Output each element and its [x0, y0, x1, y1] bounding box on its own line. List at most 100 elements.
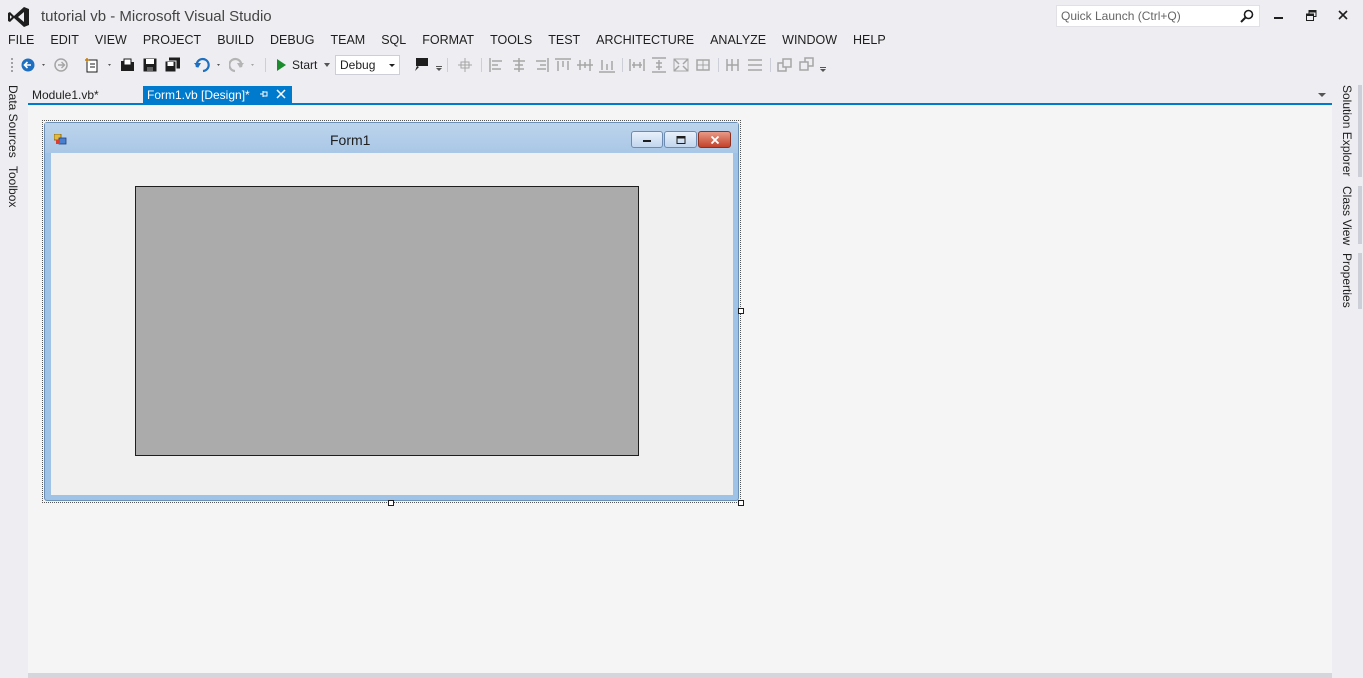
menu-window[interactable]: WINDOW — [782, 31, 837, 51]
resize-handle-bottom[interactable] — [388, 500, 394, 506]
menu-team[interactable]: TEAM — [330, 31, 365, 51]
menu-debug[interactable]: DEBUG — [270, 31, 314, 51]
size-to-grid-icon — [696, 59, 710, 71]
send-to-back-icon — [799, 57, 826, 72]
window-title: tutorial vb - Microsoft Visual Studio — [41, 8, 272, 25]
make-same-size-button[interactable] — [672, 56, 690, 74]
align-centers-button[interactable] — [510, 56, 528, 74]
form-close-button[interactable] — [698, 131, 731, 148]
tab-indicator — [1358, 186, 1362, 244]
pin-icon[interactable] — [259, 89, 269, 99]
navigate-back-button[interactable] — [20, 56, 48, 74]
toolbar-separator — [265, 58, 266, 72]
quick-launch-box[interactable] — [1056, 5, 1260, 27]
chevron-down-icon[interactable] — [1318, 93, 1326, 97]
play-icon — [277, 59, 286, 71]
start-debugging-button[interactable]: Start — [275, 56, 332, 74]
toolbox-tab[interactable]: Toolbox — [6, 166, 20, 207]
undo-button[interactable] — [193, 56, 225, 74]
open-file-icon — [121, 58, 134, 71]
save-button[interactable] — [142, 56, 158, 74]
restore-button[interactable] — [1300, 5, 1322, 25]
close-icon — [1338, 10, 1348, 20]
align-rights-icon — [536, 58, 549, 72]
save-all-button[interactable] — [164, 56, 182, 74]
tab-indicator — [1358, 85, 1362, 177]
resize-handle-corner[interactable] — [738, 500, 744, 506]
menu-test[interactable]: TEST — [548, 31, 580, 51]
bring-to-front-button[interactable] — [776, 56, 794, 74]
menu-view[interactable]: VIEW — [95, 31, 127, 51]
minimize-icon — [1274, 17, 1283, 19]
properties-tab[interactable]: Properties — [1340, 253, 1354, 308]
horizontal-scrollbar[interactable] — [28, 673, 1332, 678]
toolbar-separator — [622, 58, 623, 72]
minimize-button[interactable] — [1268, 5, 1290, 25]
navigate-forward-button[interactable] — [53, 56, 69, 74]
form-caption-bar[interactable]: Form1 — [45, 123, 738, 153]
menu-sql[interactable]: SQL — [381, 31, 406, 51]
toolbar-grip[interactable] — [10, 57, 14, 74]
menu-format[interactable]: FORMAT — [422, 31, 474, 51]
form-maximize-button[interactable] — [664, 131, 697, 148]
resize-handle-right[interactable] — [738, 308, 744, 314]
menu-tools[interactable]: TOOLS — [490, 31, 532, 51]
size-to-grid-button[interactable] — [694, 56, 712, 74]
tab-module1-vb[interactable]: Module1.vb* — [28, 86, 103, 103]
form-minimize-button[interactable] — [631, 131, 663, 148]
menu-build[interactable]: BUILD — [217, 31, 254, 51]
undo-icon — [194, 57, 220, 73]
form1-window[interactable]: Form1 — [44, 122, 739, 501]
left-tool-window-strip: Data Sources Toolbox — [0, 78, 27, 678]
class-view-tab[interactable]: Class View — [1340, 186, 1354, 245]
start-label: Start — [292, 58, 318, 72]
form-client-area[interactable] — [51, 153, 733, 495]
redo-button[interactable] — [229, 56, 261, 74]
vertical-spacing-button[interactable] — [746, 56, 764, 74]
align-bottoms-button[interactable] — [598, 56, 616, 74]
find-icon — [415, 58, 442, 71]
align-centers-icon — [513, 58, 525, 72]
menu-architecture[interactable]: ARCHITECTURE — [596, 31, 694, 51]
search-icon[interactable] — [1240, 9, 1254, 23]
menu-help[interactable]: HELP — [853, 31, 886, 51]
panel-control[interactable] — [135, 186, 639, 456]
data-sources-tab[interactable]: Data Sources — [6, 85, 20, 158]
close-icon[interactable] — [276, 89, 286, 99]
menu-project[interactable]: PROJECT — [143, 31, 201, 51]
open-file-button[interactable] — [120, 56, 136, 74]
align-to-grid-button[interactable] — [456, 56, 474, 74]
new-project-button[interactable] — [84, 56, 116, 74]
align-middles-button[interactable] — [576, 56, 594, 74]
close-icon — [710, 135, 719, 144]
back-arrow-icon — [21, 58, 45, 72]
new-project-icon — [85, 58, 111, 73]
align-tops-button[interactable] — [554, 56, 572, 74]
configuration-value: Debug — [340, 58, 376, 72]
quick-launch-input[interactable] — [1057, 6, 1233, 26]
menu-analyze[interactable]: ANALYZE — [710, 31, 766, 51]
save-icon — [143, 58, 157, 72]
horizontal-spacing-button[interactable] — [724, 56, 742, 74]
close-window-button[interactable] — [1332, 5, 1354, 25]
standard-toolbar: Start Debug — [0, 53, 1363, 77]
maximize-icon — [676, 135, 685, 144]
form-app-icon — [54, 134, 67, 145]
menu-file[interactable]: FILE — [8, 31, 34, 51]
align-to-grid-icon — [458, 58, 472, 72]
visual-studio-logo-icon — [8, 7, 29, 27]
make-same-width-button[interactable] — [628, 56, 646, 74]
align-lefts-button[interactable] — [488, 56, 506, 74]
solution-explorer-tab[interactable]: Solution Explorer — [1340, 85, 1354, 176]
tab-form1-design[interactable]: Form1.vb [Design]* — [143, 86, 292, 103]
tab-label: Module1.vb* — [32, 88, 99, 102]
align-rights-button[interactable] — [532, 56, 550, 74]
chevron-down-icon — [324, 63, 331, 67]
find-in-files-button[interactable] — [412, 56, 446, 74]
redo-icon — [229, 57, 254, 73]
title-bar: tutorial vb - Microsoft Visual Studio — [0, 0, 1363, 32]
send-to-back-button[interactable] — [798, 56, 832, 74]
solution-configuration-dropdown[interactable]: Debug — [335, 55, 400, 75]
make-same-height-button[interactable] — [650, 56, 668, 74]
menu-edit[interactable]: EDIT — [50, 31, 78, 51]
